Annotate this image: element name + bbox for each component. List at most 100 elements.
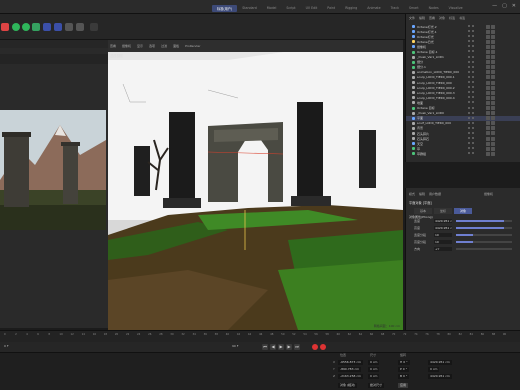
attr-menu-edit[interactable]: 编辑 — [419, 192, 425, 196]
coord-position-field[interactable]: -6556.873 cm — [338, 360, 363, 365]
coord-extent-field[interactable]: 4420.951 cm — [428, 374, 452, 379]
move-tool-icon[interactable] — [12, 23, 20, 31]
viewport-menu-item[interactable]: 过滤 — [161, 44, 167, 48]
visibility-dots-icon[interactable] — [468, 50, 474, 53]
viewport-menu-item[interactable]: 选项 — [149, 44, 155, 48]
workspace-tab[interactable]: Smart — [404, 5, 424, 12]
visibility-dots-icon[interactable] — [468, 60, 474, 63]
render-settings-icon[interactable] — [76, 23, 84, 31]
pen-tool-icon[interactable] — [90, 23, 98, 31]
coord-mode-dropdown[interactable]: 对象 (相对) — [338, 383, 358, 388]
object-tags-icon[interactable] — [486, 111, 495, 116]
workspace-tab[interactable]: Track — [386, 5, 404, 12]
object-tags-icon[interactable] — [486, 70, 495, 75]
workspace-tab[interactable]: 标准(用户) — [212, 5, 238, 12]
visibility-dots-icon[interactable] — [468, 81, 474, 84]
object-tags-icon[interactable] — [486, 44, 495, 49]
minimize-icon[interactable]: — — [492, 3, 497, 9]
visibility-dots-icon[interactable] — [468, 126, 474, 129]
object-menu-item[interactable]: 标签 — [449, 16, 455, 20]
visibility-dots-icon[interactable] — [468, 96, 474, 99]
visibility-dots-icon[interactable] — [468, 35, 474, 38]
goto-start-icon[interactable]: ⏮ — [262, 344, 268, 350]
object-menu-item[interactable]: 编辑 — [419, 16, 425, 20]
undo-icon[interactable] — [1, 23, 9, 31]
attr-param-slider[interactable] — [456, 247, 512, 250]
visibility-dots-icon[interactable] — [468, 152, 474, 155]
viewport-menu-item[interactable]: 显示 — [137, 44, 143, 48]
visibility-dots-icon[interactable] — [468, 70, 474, 73]
attr-menu-mode[interactable]: 模式 — [409, 192, 415, 196]
cube-object-icon[interactable] — [54, 23, 62, 31]
visibility-dots-icon[interactable] — [468, 91, 474, 94]
goto-end-icon[interactable]: ⏭ — [294, 344, 300, 350]
object-tags-icon[interactable] — [486, 90, 495, 95]
object-tags-icon[interactable] — [486, 126, 495, 131]
render-view-icon[interactable] — [65, 23, 73, 31]
timeline-ruler[interactable]: 0 2 4 6 8 10 12 14 16 18 20 22 24 26 28 30 32 34 36 38 40 42 4… — [0, 330, 520, 342]
coord-rotation-field[interactable]: B 0 ° — [398, 374, 410, 379]
object-tags-icon[interactable] — [486, 49, 495, 54]
visibility-dots-icon[interactable] — [468, 75, 474, 78]
object-tags-icon[interactable] — [486, 85, 495, 90]
workspace-tab[interactable]: Script — [281, 5, 300, 12]
object-tags-icon[interactable] — [486, 60, 495, 65]
attr-param-slider[interactable] — [456, 219, 512, 222]
workspace-tab[interactable]: Paint — [322, 5, 340, 12]
tab-object[interactable]: 对象 — [454, 208, 473, 214]
workspace-tab[interactable]: UV Edit — [301, 5, 323, 12]
visibility-dots-icon[interactable] — [468, 86, 474, 89]
coord-extent-field[interactable]: 0 cm — [428, 367, 440, 372]
attr-param-value[interactable]: +Y — [434, 246, 452, 251]
scale-tool-icon[interactable] — [32, 23, 40, 31]
coord-size-field[interactable]: 0 cm — [368, 367, 380, 372]
play-icon[interactable]: ▶ — [278, 344, 284, 350]
visibility-dots-icon[interactable] — [468, 142, 474, 145]
object-tags-icon[interactable] — [486, 29, 495, 34]
close-icon[interactable]: ✕ — [512, 3, 516, 9]
attr-param-value[interactable]: 4420.951 c — [434, 225, 452, 230]
visibility-dots-icon[interactable] — [468, 137, 474, 140]
attr-param-value[interactable]: 10 — [434, 232, 452, 237]
tab-coord[interactable]: 坐标 — [434, 208, 453, 214]
visibility-dots-icon[interactable] — [468, 116, 474, 119]
workspace-tab[interactable]: Visualize — [444, 5, 468, 12]
tab-basic[interactable]: 基本 — [414, 208, 433, 214]
object-tags-icon[interactable] — [486, 80, 495, 85]
object-tags-icon[interactable] — [486, 151, 495, 156]
visibility-dots-icon[interactable] — [468, 55, 474, 58]
object-tags-icon[interactable] — [486, 95, 495, 100]
workspace-tab[interactable]: Model — [262, 5, 282, 12]
coord-position-field[interactable]: -2163.258 cm — [338, 374, 363, 379]
current-frame[interactable]: 0 F — [4, 344, 9, 348]
viewport-menu-item[interactable]: 查看 — [110, 44, 116, 48]
object-tags-icon[interactable] — [486, 116, 495, 121]
object-tags-icon[interactable] — [486, 106, 495, 110]
viewport-menu-item[interactable]: 摄像机 — [122, 44, 131, 48]
viewport-menu-item[interactable]: ProRender — [185, 44, 200, 48]
workspace-tab[interactable]: Rigging — [340, 5, 362, 12]
visibility-dots-icon[interactable] — [468, 121, 474, 124]
record-icon[interactable] — [312, 344, 318, 350]
attr-param-slider[interactable] — [456, 233, 512, 236]
object-menu-item[interactable]: 书签 — [459, 16, 465, 20]
perspective-viewport[interactable]: 查看 摄像机 显示 选项 过滤 面板 ProRender 透视视图 网格间距：100 cm — [108, 40, 403, 330]
coord-size-dropdown[interactable]: 绝对尺寸 — [368, 383, 385, 388]
visibility-dots-icon[interactable] — [468, 131, 474, 134]
workspace-tab[interactable]: Animate — [362, 5, 385, 12]
visibility-dots-icon[interactable] — [468, 40, 474, 43]
visibility-dots-icon[interactable] — [468, 25, 474, 27]
attr-param-slider[interactable] — [456, 226, 512, 229]
coord-position-field[interactable]: -890.783 cm — [338, 367, 362, 372]
object-tags-icon[interactable] — [486, 34, 495, 39]
visibility-dots-icon[interactable] — [468, 65, 474, 68]
object-tags-icon[interactable] — [486, 131, 495, 136]
object-tags-icon[interactable] — [486, 136, 495, 141]
object-row[interactable]: 草群组 — [406, 151, 520, 156]
object-tags-icon[interactable] — [486, 121, 495, 126]
prev-frame-icon[interactable]: ◀ — [270, 344, 276, 350]
coord-size-field[interactable]: 0 cm — [368, 360, 380, 365]
visibility-dots-icon[interactable] — [468, 45, 474, 48]
object-tags-icon[interactable] — [486, 75, 495, 80]
workspace-tab[interactable]: Nodes — [424, 5, 444, 12]
